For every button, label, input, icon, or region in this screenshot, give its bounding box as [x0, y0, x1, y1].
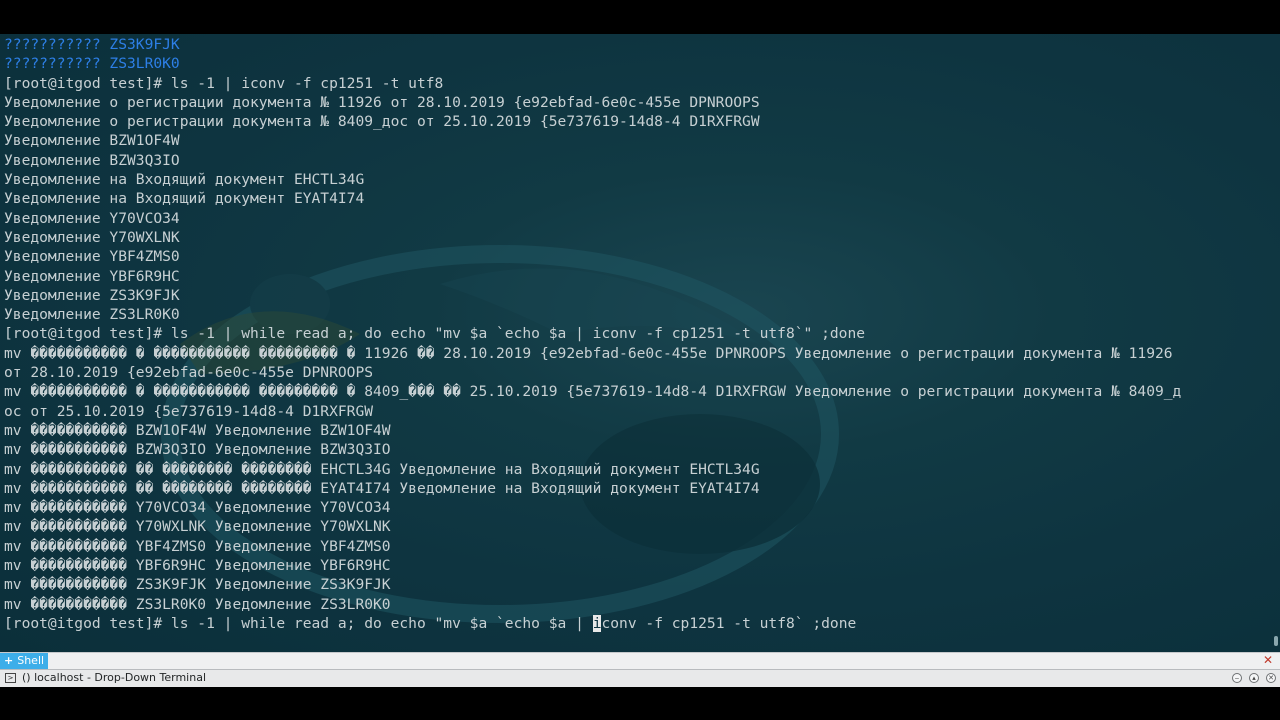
maximize-icon[interactable]: ▴	[1249, 673, 1259, 683]
terminal-line: mv ����������� � ����������� ��������� �…	[4, 344, 1173, 362]
terminal-line: Уведомление ZS3LR0K0	[4, 306, 180, 324]
terminal-line: mv ����������� ZS3LR0K0 Уведомление ZS3L…	[4, 595, 391, 613]
window-title: () localhost - Drop-Down Terminal	[22, 671, 207, 684]
terminal-line: [root@itgod test]# ls -1 | while read a;…	[4, 325, 866, 343]
terminal-line: mv ����������� Y70VCO34 Уведомление Y70V…	[4, 499, 391, 517]
terminal-icon: >	[5, 673, 16, 683]
terminal-line: Уведомление YBF4ZMS0	[4, 248, 180, 266]
terminal-prompt-line[interactable]: [root@itgod test]# ls -1 | while read a;…	[4, 614, 1260, 633]
terminal-line: Уведомление BZW3Q3IO	[4, 151, 180, 169]
prompt-text-after-cursor: conv -f cp1251 -t utf8` ;done	[601, 614, 857, 632]
tab-label: Shell	[17, 654, 45, 667]
terminal-line: Уведомление Y70WXLNK	[4, 228, 180, 246]
terminal-line: Уведомление о регистрации документа № 84…	[4, 113, 760, 131]
terminal-line: mv ����������� �� �������� �������� EYAT…	[4, 479, 760, 497]
terminal-line: Уведомление о регистрации документа № 11…	[4, 93, 760, 111]
terminal-output: ??????????? ZS3K9FJK ??????????? ZS3LR0K0…	[4, 35, 1260, 633]
terminal-line: mv ����������� � ����������� ��������� �…	[4, 383, 1182, 401]
terminal-line: Уведомление на Входящий документ EHCTL34…	[4, 171, 365, 189]
plus-icon: +	[4, 654, 14, 667]
terminal-line: от 28.10.2019 {e92ebfad-6e0c-455e DPNROO…	[4, 364, 374, 382]
terminal-line: mv ����������� YBF4ZMS0 Уведомление YBF4…	[4, 537, 391, 555]
terminal-tab-bar: + Shell ✕	[0, 652, 1280, 669]
terminal-line: mv ����������� �� �������� �������� EHCT…	[4, 460, 760, 478]
terminal-scrollbar[interactable]	[1272, 34, 1278, 652]
terminal-line: Уведомление BZW1OF4W	[4, 132, 180, 150]
terminal-view[interactable]: ??????????? ZS3K9FJK ??????????? ZS3LR0K0…	[0, 34, 1280, 652]
terminal-line: ??????????? ZS3K9FJK	[4, 36, 180, 53]
terminal-line: Уведомление ZS3K9FJK	[4, 286, 180, 304]
close-icon[interactable]: ✕	[1262, 654, 1274, 666]
scrollbar-thumb[interactable]	[1274, 636, 1278, 646]
terminal-line: mv ����������� BZW1OF4W Уведомление BZW1…	[4, 421, 391, 439]
terminal-line: mv ����������� YBF6R9HC Уведомление YBF6…	[4, 557, 391, 575]
terminal-line: mv ����������� ZS3K9FJK Уведомление ZS3K…	[4, 576, 391, 594]
terminal-line: mv ����������� Y70WXLNK Уведомление Y70W…	[4, 518, 391, 536]
terminal-line: Уведомление YBF6R9HC	[4, 267, 180, 285]
terminal-line: ос от 25.10.2019 {5e737619-14d8-4 D1RXFR…	[4, 402, 374, 420]
terminal-line: ??????????? ZS3LR0K0	[4, 55, 180, 73]
terminal-line: Уведомление Y70VCO34	[4, 209, 180, 227]
terminal-line: Уведомление на Входящий документ EYAT4I7…	[4, 190, 365, 208]
window-titlebar: > () localhost - Drop-Down Terminal ‒ ▴ …	[0, 669, 1280, 687]
terminal-line: [root@itgod test]# ls -1 | iconv -f cp12…	[4, 74, 444, 92]
minimize-icon[interactable]: ‒	[1232, 673, 1242, 683]
terminal-line: mv ����������� BZW3Q3IO Уведомление BZW3…	[4, 441, 391, 459]
prompt-text-before-cursor: [root@itgod test]# ls -1 | while read a;…	[4, 614, 593, 632]
close-icon[interactable]: ✕	[1266, 673, 1276, 683]
tab-shell[interactable]: + Shell	[0, 653, 48, 669]
desktop-screen: ??????????? ZS3K9FJK ??????????? ZS3LR0K0…	[0, 0, 1280, 720]
